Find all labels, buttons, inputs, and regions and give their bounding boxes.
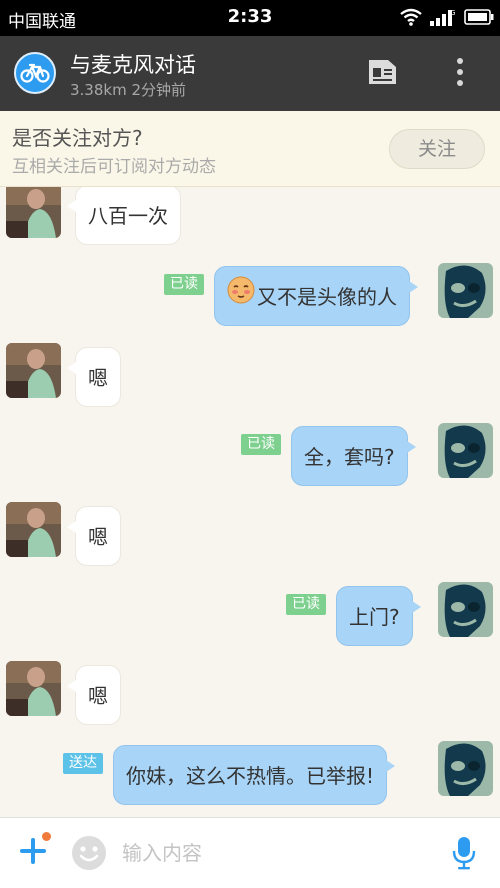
- my-avatar[interactable]: [438, 582, 493, 637]
- sent-message-bubble[interactable]: 你妹，这么不热情。已举报!: [113, 745, 396, 805]
- plus-icon[interactable]: [18, 836, 48, 870]
- read-status-badge: 已读: [164, 274, 204, 295]
- contact-message-avatar[interactable]: [6, 187, 61, 238]
- follow-description: 互相关注后可订阅对方动态: [12, 157, 216, 177]
- contact-avatar[interactable]: [14, 52, 56, 94]
- battery-icon: [464, 9, 494, 25]
- profile-card-icon[interactable]: [366, 58, 398, 90]
- message-input[interactable]: [122, 836, 422, 870]
- message-input-bar: [0, 817, 500, 888]
- notification-dot: [42, 832, 51, 841]
- delivered-status-badge: 送达: [63, 753, 103, 774]
- message-text: 又不是头像的人: [257, 285, 397, 309]
- contact-message-avatar[interactable]: [6, 502, 61, 557]
- my-avatar[interactable]: [438, 263, 493, 318]
- message-text: 嗯: [88, 366, 108, 390]
- message-text: 全，套吗?: [304, 445, 395, 469]
- message-text: 嗯: [88, 684, 108, 708]
- message-text: 你妹，这么不热情。已举报!: [126, 764, 375, 788]
- received-message-bubble[interactable]: 八百一次: [67, 187, 181, 245]
- message-text: 上门?: [349, 605, 400, 629]
- received-message-bubble[interactable]: 嗯: [67, 347, 121, 407]
- read-status-badge: 已读: [286, 594, 326, 615]
- follow-button[interactable]: 关注: [389, 129, 485, 169]
- received-message-bubble[interactable]: 嗯: [67, 506, 121, 566]
- emoji-picker-icon[interactable]: [71, 835, 107, 875]
- sent-message-bubble[interactable]: 全，套吗?: [291, 426, 416, 486]
- my-avatar[interactable]: [438, 741, 493, 796]
- microphone-icon[interactable]: [452, 836, 476, 874]
- svg-text:G: G: [450, 9, 455, 17]
- contact-message-avatar[interactable]: [6, 343, 61, 398]
- status-icons: G: [400, 8, 494, 26]
- sent-message-bubble[interactable]: 上门?: [336, 586, 421, 646]
- status-bar: 中国联通 2:33 G: [0, 0, 500, 36]
- my-avatar[interactable]: [438, 423, 493, 478]
- message-list[interactable]: 八百一次 已读 又不是头像的人 嗯 已读 全，套吗? 嗯 已读 上门? 嗯 送达…: [0, 187, 500, 817]
- contact-message-avatar[interactable]: [6, 661, 61, 716]
- follow-question: 是否关注对方?: [12, 126, 143, 150]
- bicycle-icon: [20, 63, 50, 83]
- blushing-face-icon: [227, 267, 255, 327]
- sent-message-bubble[interactable]: 又不是头像的人: [214, 266, 418, 327]
- received-message-bubble[interactable]: 嗯: [67, 665, 121, 725]
- contact-distance-time: 3.38km 2分钟前: [70, 81, 187, 99]
- message-text: 嗯: [88, 525, 108, 549]
- wifi-icon: [400, 8, 422, 26]
- read-status-badge: 已读: [241, 434, 281, 455]
- chat-title: 与麦克风对话: [70, 53, 196, 77]
- signal-icon: G: [430, 8, 456, 26]
- chat-header: 与麦克风对话 3.38km 2分钟前: [0, 36, 500, 111]
- more-options-icon[interactable]: [450, 56, 470, 88]
- message-text: 八百一次: [88, 204, 168, 228]
